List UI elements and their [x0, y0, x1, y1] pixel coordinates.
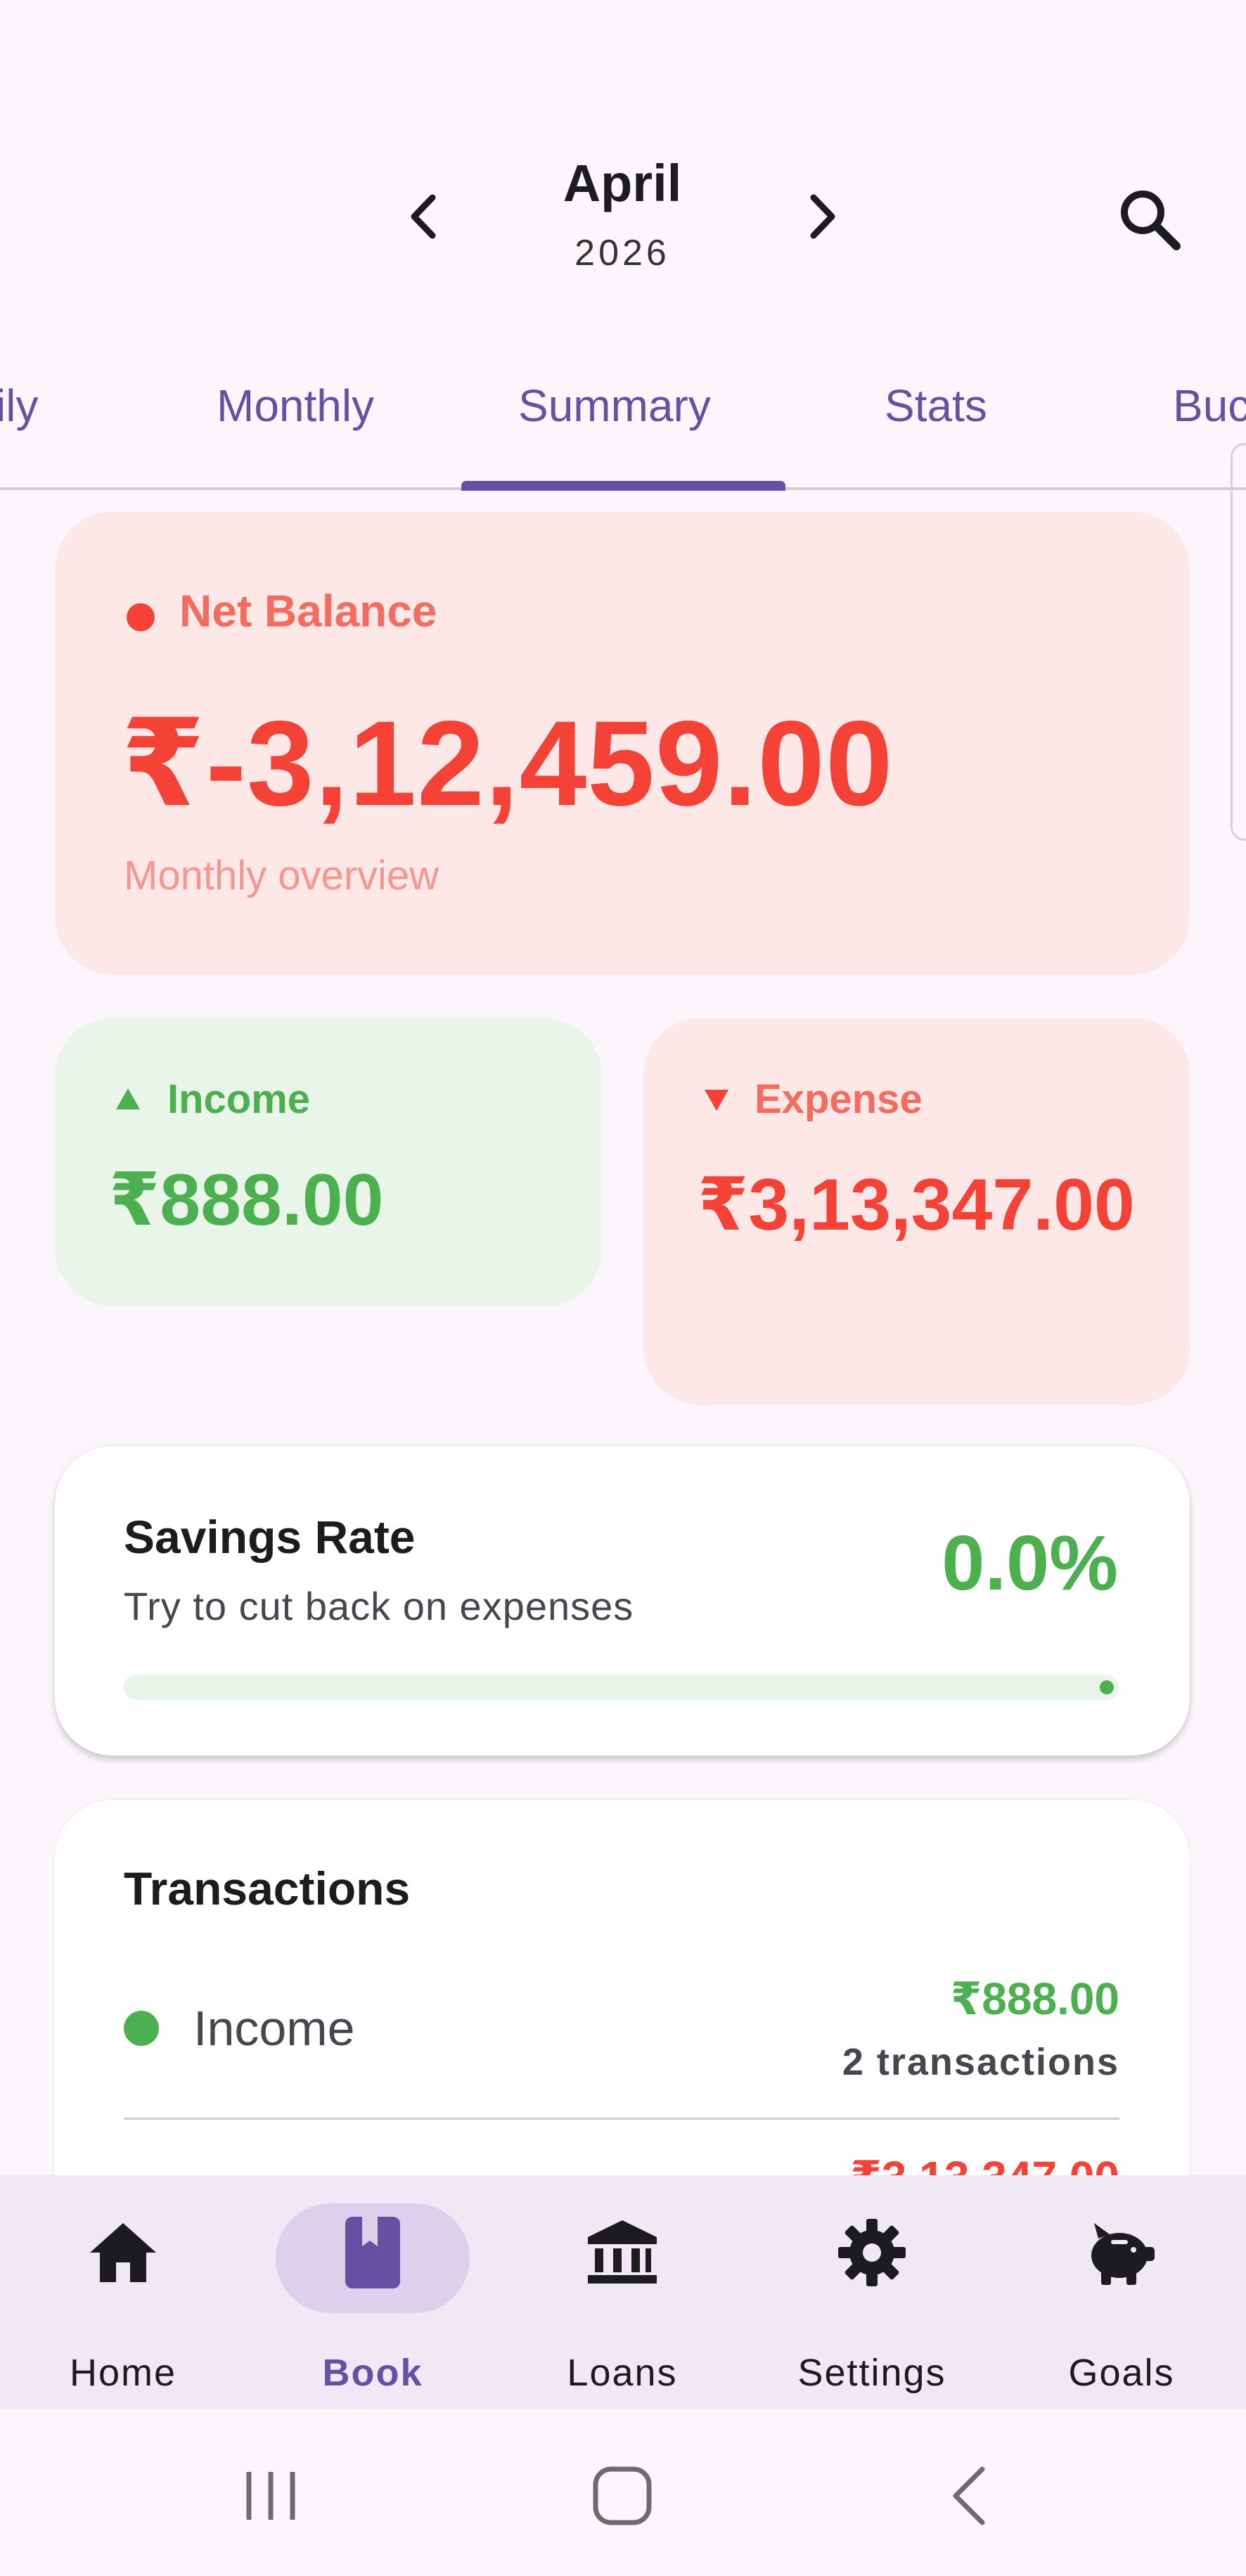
transaction-row-label[interactable]: Income: [193, 2000, 355, 2056]
savings-progress-bar: [124, 1675, 1119, 1700]
nav-goals-label: Goals: [1068, 2352, 1175, 2394]
tab-budget[interactable]: Buc: [1173, 380, 1246, 432]
edge-panel-handle[interactable]: [1231, 443, 1246, 841]
net-balance-label: Net Balance: [179, 586, 437, 636]
savings-rate-title: Savings Rate: [124, 1511, 416, 1563]
year-subtitle: 2026: [574, 233, 670, 273]
nav-settings-label: Settings: [797, 2352, 946, 2394]
book-icon: [334, 2217, 411, 2288]
search-icon: [1121, 191, 1181, 250]
piggy-bank-icon: [1083, 2217, 1160, 2288]
income-label: Income: [167, 1076, 311, 1122]
transaction-divider: [124, 2118, 1119, 2120]
tab-bar: ily Monthly Summary Stats Buc: [0, 366, 1246, 489]
arrow-down-icon: [705, 1090, 728, 1111]
nav-book[interactable]: Book: [267, 2175, 478, 2409]
savings-progress-end-dot: [1100, 1680, 1114, 1694]
nav-book-label: Book: [322, 2352, 423, 2394]
bank-icon: [584, 2217, 661, 2288]
nav-home-label: Home: [69, 2352, 177, 2394]
nav-loans[interactable]: Loans: [517, 2175, 728, 2409]
income-dot: [124, 2011, 159, 2046]
savings-rate-subtitle: Try to cut back on expenses: [124, 1584, 634, 1628]
chevron-left-icon: [411, 194, 436, 239]
search-button[interactable]: [1115, 184, 1185, 255]
net-balance-dot: [127, 603, 155, 631]
recent-apps-button[interactable]: [239, 2461, 302, 2531]
savings-rate-value: 0.0%: [942, 1520, 1118, 1606]
home-icon: [84, 2217, 162, 2288]
expense-value: ₹3,13,347.00: [698, 1164, 1135, 1246]
expense-label: Expense: [754, 1076, 923, 1122]
transaction-row-count: 2 transactions: [842, 2041, 1119, 2083]
transactions-title: Transactions: [124, 1862, 411, 1914]
recent-apps-icon: [246, 2472, 295, 2520]
net-balance-value: ₹-3,12,459.00: [121, 696, 894, 831]
nav-settings[interactable]: Settings: [766, 2175, 977, 2409]
income-value: ₹888.00: [109, 1159, 384, 1241]
nav-home[interactable]: Home: [18, 2175, 229, 2409]
back-system-button[interactable]: [939, 2461, 1002, 2531]
net-balance-subtitle: Monthly overview: [124, 853, 439, 899]
arrow-up-icon: [116, 1088, 140, 1109]
nav-goals[interactable]: Goals: [1016, 2175, 1227, 2409]
next-month-button[interactable]: [795, 188, 851, 245]
transaction-row-amount: ₹888.00: [950, 1973, 1119, 2024]
previous-month-button[interactable]: [395, 188, 451, 245]
home-square-icon: [593, 2466, 652, 2525]
back-icon: [953, 2466, 985, 2525]
chevron-right-icon: [810, 194, 835, 239]
tab-stats[interactable]: Stats: [885, 380, 987, 432]
month-title: April: [563, 154, 682, 212]
home-system-button[interactable]: [587, 2461, 657, 2531]
tab-daily[interactable]: ily: [0, 380, 38, 432]
nav-loans-label: Loans: [567, 2352, 678, 2394]
tab-active-indicator: [461, 481, 785, 491]
gear-icon: [833, 2217, 911, 2288]
tab-summary[interactable]: Summary: [518, 380, 711, 432]
tab-monthly[interactable]: Monthly: [217, 380, 374, 432]
